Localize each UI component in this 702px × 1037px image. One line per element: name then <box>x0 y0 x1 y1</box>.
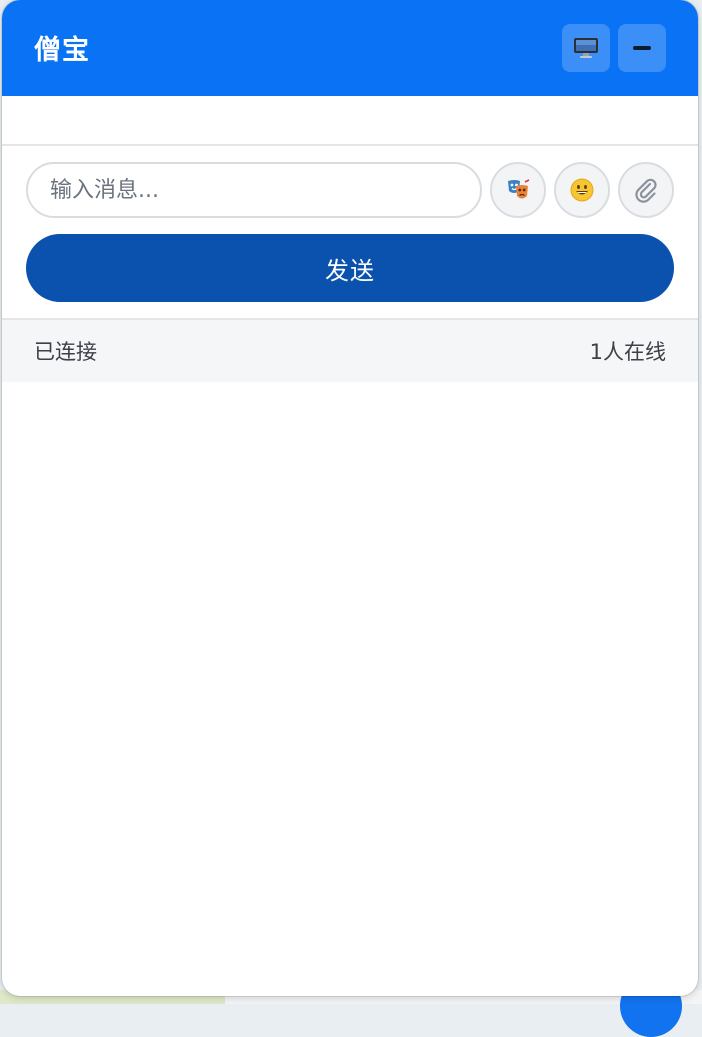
chat-header: 僧宝 <box>2 0 698 96</box>
status-bar: 已连接 1人在线 <box>2 320 698 382</box>
chat-title: 僧宝 <box>34 28 90 67</box>
emoji-button[interactable] <box>554 162 610 218</box>
connection-status: 已连接 <box>34 336 97 366</box>
composer-area: 发送 <box>2 146 698 320</box>
smiley-icon <box>570 178 594 202</box>
message-list <box>2 96 698 146</box>
online-count: 1人在线 <box>590 336 666 366</box>
chat-window: 僧宝 <box>2 0 698 996</box>
message-input[interactable] <box>26 162 482 218</box>
performing-arts-icon <box>505 177 531 203</box>
minimize-icon <box>633 46 651 50</box>
screen-share-button[interactable] <box>562 24 610 72</box>
send-button[interactable]: 发送 <box>26 234 674 302</box>
attach-file-button[interactable] <box>618 162 674 218</box>
masquerade-button[interactable] <box>490 162 546 218</box>
monitor-icon <box>573 36 599 60</box>
paperclip-icon <box>633 177 659 203</box>
minimize-button[interactable] <box>618 24 666 72</box>
